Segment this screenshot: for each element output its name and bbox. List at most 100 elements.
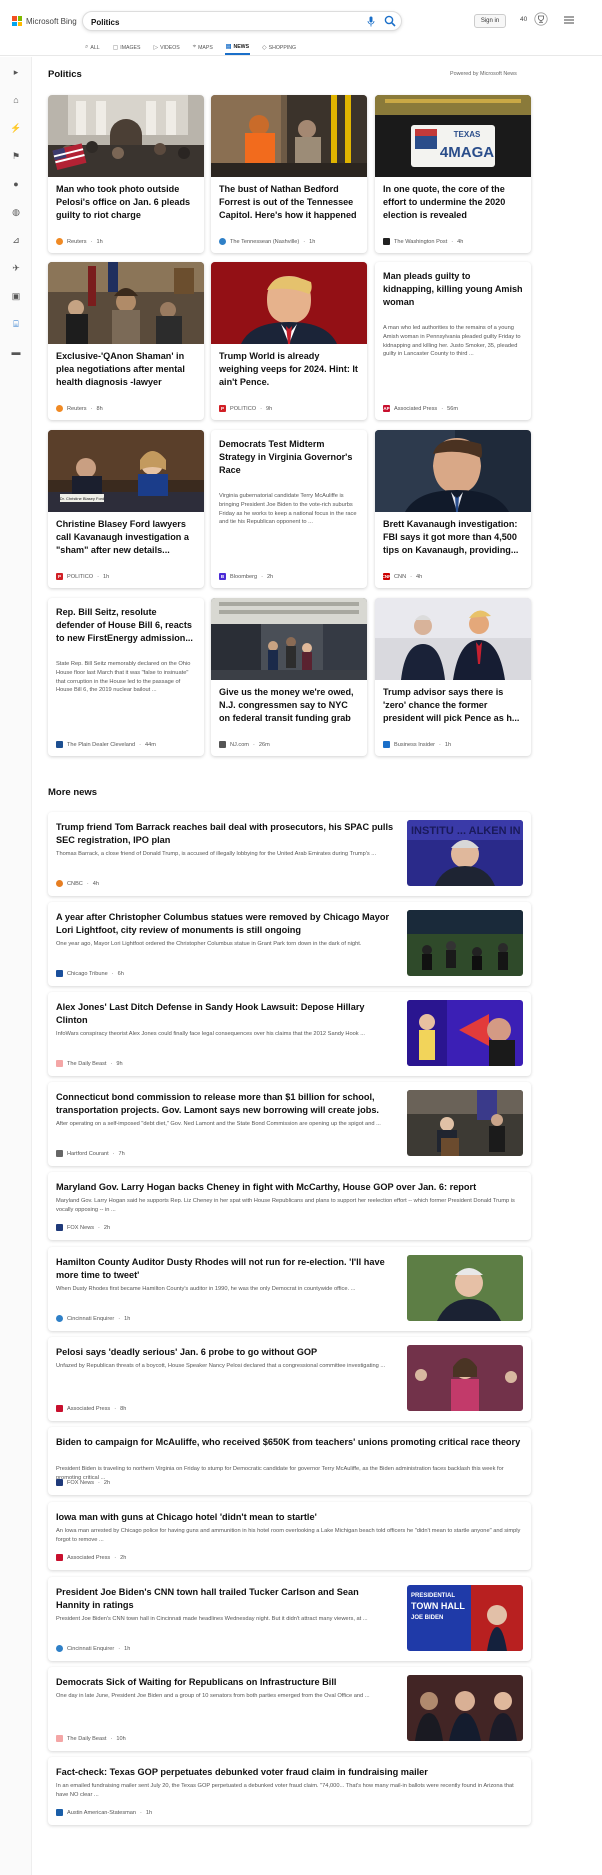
card-title[interactable]: Exclusive-'QAnon Shaman' in plea negotia… (56, 350, 196, 402)
news-thumbnail[interactable] (407, 1000, 523, 1066)
source-time: 56m (447, 405, 458, 412)
location-pin-icon[interactable]: ● (9, 177, 23, 191)
card-title[interactable]: Man pleads guilty to kidnapping, killing… (383, 270, 523, 310)
source-time: 7h (118, 1150, 125, 1157)
rewards-trophy-icon[interactable] (534, 12, 548, 26)
news-card[interactable]: Rep. Bill Seitz, resolute defender of Ho… (48, 598, 204, 756)
rewards-points: 40 (520, 16, 528, 23)
video-icon: ▷ (153, 45, 159, 51)
news-thumbnail[interactable]: INSTITU ... ALKEN IN (407, 820, 523, 886)
news-title[interactable]: Pelosi says 'deadly serious' Jan. 6 prob… (56, 1346, 394, 1359)
more-news-item[interactable]: Trump friend Tom Barrack reaches bail de… (48, 812, 531, 896)
news-title[interactable]: Fact-check: Texas GOP perpetuates debunk… (56, 1766, 522, 1779)
trending-icon[interactable]: ⚡ (9, 121, 23, 135)
news-thumbnail[interactable] (407, 910, 523, 976)
logo-text: Microsoft Bing (26, 16, 77, 26)
sign-in-button[interactable]: Sign in (474, 14, 506, 28)
card-title[interactable]: Trump World is already weighing veeps fo… (219, 350, 359, 402)
news-thumbnail[interactable] (407, 1345, 523, 1411)
plain-dealer-logo-icon (56, 741, 63, 748)
source-time-separator: · (139, 741, 141, 748)
news-description: In an emailed fundraising mailer sent Ju… (56, 1783, 514, 1798)
news-title[interactable]: Trump friend Tom Barrack reaches bail de… (56, 821, 394, 847)
search-icon[interactable] (384, 15, 396, 27)
more-news-title: More news (48, 787, 98, 798)
news-title[interactable]: Alex Jones' Last Ditch Defense in Sandy … (56, 1001, 394, 1027)
money-icon[interactable]: ▬ (9, 345, 23, 359)
news-title[interactable]: Democrats Sick of Waiting for Republican… (56, 1676, 394, 1689)
banner-text: TOWN HALL (411, 1601, 465, 1611)
tab-news[interactable]: ▤ NEWS (224, 40, 251, 55)
news-title[interactable]: Iowa man with guns at Chicago hotel 'did… (56, 1511, 522, 1524)
news-description: Thomas Barrack, a close friend of Donald… (56, 851, 377, 857)
source-time: 1h (444, 741, 452, 748)
more-news-item[interactable]: Pelosi says 'deadly serious' Jan. 6 prob… (48, 1337, 531, 1421)
source-name: FOX News (67, 1224, 95, 1231)
card-title[interactable]: Christine Blasey Ford lawyers call Kavan… (56, 518, 196, 570)
flag-icon[interactable]: ⚑ (9, 149, 23, 163)
news-card[interactable]: The bust of Nathan Bedford Forrest is ou… (211, 95, 367, 253)
more-news-item[interactable]: Maryland Gov. Larry Hogan backs Cheney i… (48, 1172, 531, 1240)
news-thumbnail[interactable]: PRESIDENTIAL TOWN HALL JOE BIDEN (407, 1585, 523, 1651)
tab-shopping[interactable]: ◇ SHOPPING (261, 40, 297, 55)
more-news-item[interactable]: A year after Christopher Columbus statue… (48, 902, 531, 986)
more-news-item[interactable]: Alex Jones' Last Ditch Defense in Sandy … (48, 992, 531, 1076)
news-card[interactable]: Brett Kavanaugh investigation: FBI says … (375, 430, 531, 588)
news-card[interactable]: Man pleads guilty to kidnapping, killing… (375, 262, 531, 420)
news-title[interactable]: Connecticut bond commission to release m… (56, 1091, 394, 1117)
tab-all[interactable]: ⌕ ALL (84, 40, 101, 55)
card-title[interactable]: Give us the money we're owed, N.J. congr… (219, 686, 359, 738)
card-title[interactable]: Trump advisor says there is 'zero' chanc… (383, 686, 523, 738)
news-title[interactable]: Biden to campaign for McAuliffe, who rec… (56, 1436, 522, 1449)
more-news-item[interactable]: Hamilton County Auditor Dusty Rhodes wil… (48, 1247, 531, 1331)
card-title[interactable]: Brett Kavanaugh investigation: FBI says … (383, 518, 523, 570)
card-title[interactable]: The bust of Nathan Bedford Forrest is ou… (219, 183, 359, 235)
hamburger-menu-icon[interactable] (564, 16, 574, 24)
news-title[interactable]: Hamilton County Auditor Dusty Rhodes wil… (56, 1256, 394, 1282)
globe-icon[interactable]: ◍ (9, 205, 23, 219)
more-news-item[interactable]: Biden to campaign for McAuliffe, who rec… (48, 1427, 531, 1495)
card-title[interactable]: Man who took photo outside Pelosi's offi… (56, 183, 196, 235)
tab-maps[interactable]: ⌖ MAPS (192, 40, 214, 55)
news-title[interactable]: Maryland Gov. Larry Hogan backs Cheney i… (56, 1181, 522, 1194)
card-source: AP Associated Press · 56m (383, 405, 458, 412)
rocket-icon[interactable]: ✈ (9, 261, 23, 275)
home-icon[interactable]: ⌂ (9, 93, 23, 107)
news-card[interactable]: TEXAS 4MAGA In one quote, the core of th… (375, 95, 531, 253)
card-title[interactable]: Rep. Bill Seitz, resolute defender of Ho… (56, 606, 196, 658)
tab-videos[interactable]: ▷ VIDEOS (152, 40, 180, 55)
news-title[interactable]: President Joe Biden's CNN town hall trai… (56, 1586, 394, 1612)
news-source: CNBC · 4h (56, 880, 99, 887)
news-card[interactable]: Dr. Christine Blasey Ford Christine Blas… (48, 430, 204, 588)
source-time-separator: · (112, 1150, 115, 1157)
news-title[interactable]: A year after Christopher Columbus statue… (56, 911, 394, 937)
news-thumbnail[interactable] (407, 1675, 523, 1741)
news-thumbnail[interactable] (407, 1090, 523, 1156)
more-news-item[interactable]: Democrats Sick of Waiting for Republican… (48, 1667, 531, 1751)
news-card[interactable]: Democrats Test Midterm Strategy in Virgi… (211, 430, 367, 588)
news-card[interactable]: Exclusive-'QAnon Shaman' in plea negotia… (48, 262, 204, 420)
news-description: President Biden is traveling to northern… (56, 1466, 504, 1481)
entertainment-icon[interactable]: ▣ (9, 289, 23, 303)
more-news-item[interactable]: President Joe Biden's CNN town hall trai… (48, 1577, 531, 1661)
more-news-item[interactable]: Iowa man with guns at Chicago hotel 'did… (48, 1502, 531, 1570)
tab-images[interactable]: ▢ IMAGES (112, 40, 142, 55)
card-title[interactable]: In one quote, the core of the effort to … (383, 183, 523, 235)
news-card[interactable]: Trump World is already weighing veeps fo… (211, 262, 367, 420)
more-news-item[interactable]: Fact-check: Texas GOP perpetuates debunk… (48, 1757, 531, 1825)
news-card[interactable]: Trump advisor says there is 'zero' chanc… (375, 598, 531, 756)
source-time: 1h (124, 1315, 131, 1322)
more-news-item[interactable]: Connecticut bond commission to release m… (48, 1082, 531, 1166)
card-image (211, 598, 367, 680)
microphone-icon[interactable] (367, 16, 375, 27)
news-source: Associated Press · 2h (56, 1554, 126, 1561)
bing-logo[interactable]: Microsoft Bing (12, 16, 77, 26)
search-input[interactable] (91, 15, 331, 29)
chart-icon[interactable]: ⊿ (9, 233, 23, 247)
card-title[interactable]: Democrats Test Midterm Strategy in Virgi… (219, 438, 359, 490)
news-thumbnail[interactable] (407, 1255, 523, 1321)
politics-building-icon[interactable]: ⌸ (9, 317, 23, 331)
news-card[interactable]: Give us the money we're owed, N.J. congr… (211, 598, 367, 756)
news-card[interactable]: Man who took photo outside Pelosi's offi… (48, 95, 204, 253)
expand-chevron-icon[interactable]: ▸ (9, 65, 23, 79)
